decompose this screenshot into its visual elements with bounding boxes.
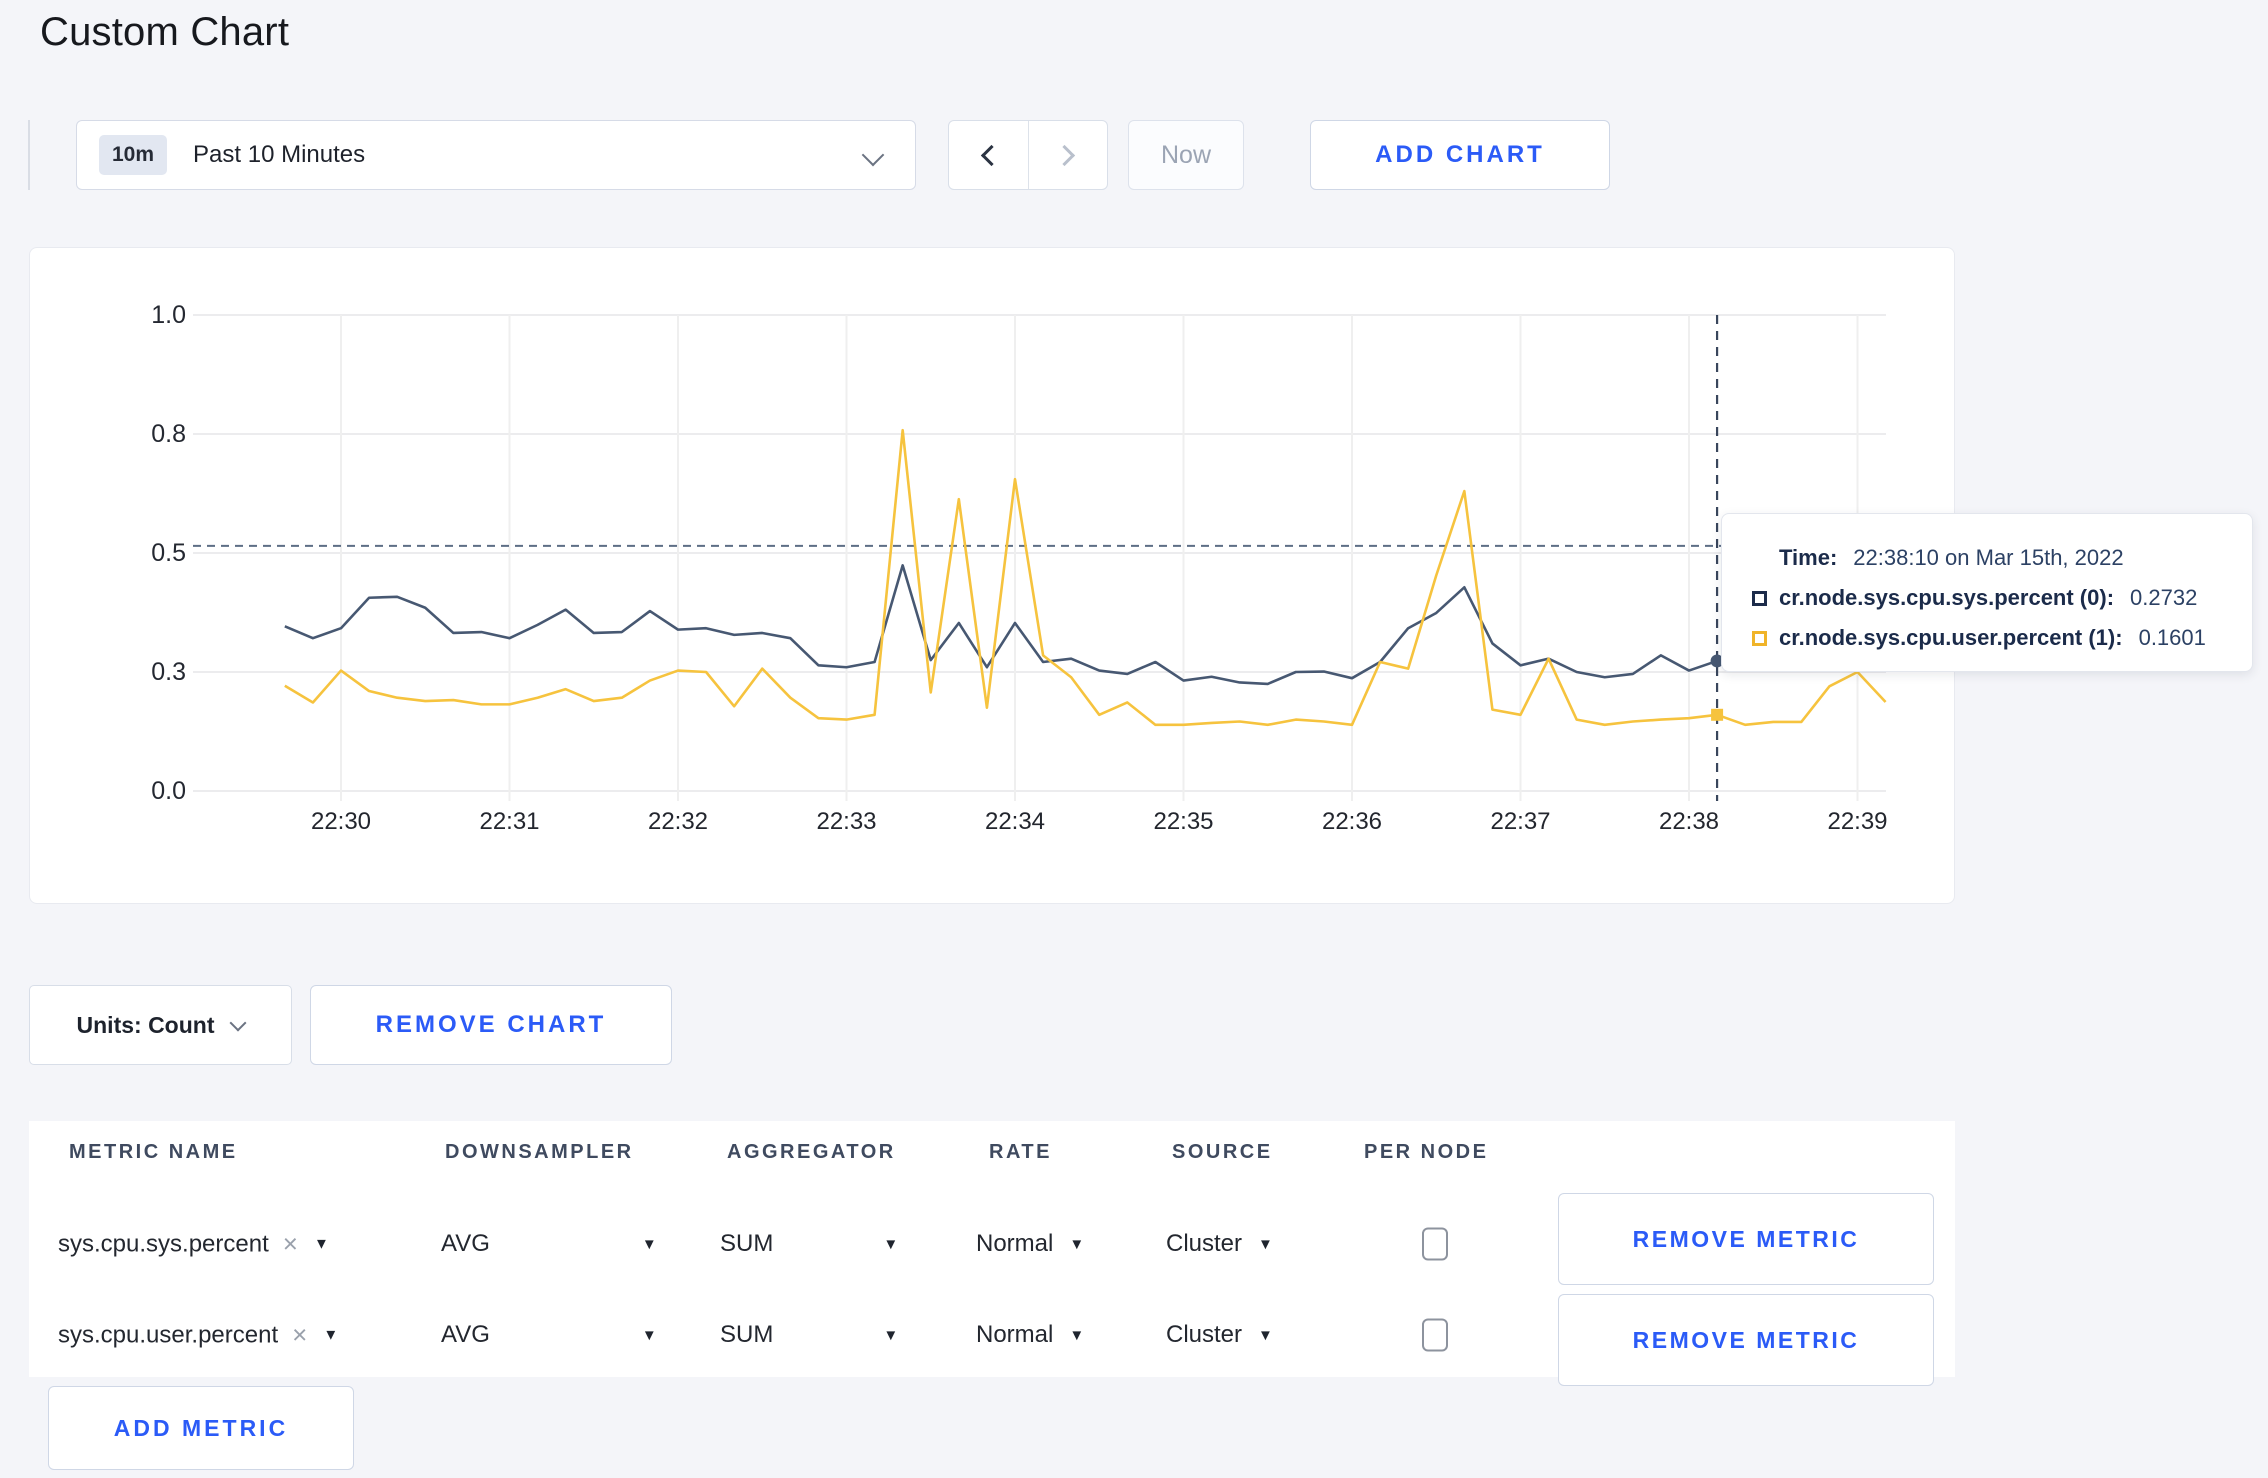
caret-down-icon: ▼ <box>313 1235 329 1253</box>
per-node-checkbox[interactable] <box>1422 1227 1448 1261</box>
svg-text:22:37: 22:37 <box>1490 808 1550 835</box>
remove-metric-button[interactable]: REMOVE METRIC <box>1558 1193 1934 1285</box>
custom-chart-page: Custom Chart 10m Past 10 Minutes Now ADD… <box>0 0 2268 1478</box>
time-window-badge: 10m <box>99 135 168 175</box>
metric-name-select[interactable]: sys.cpu.user.percent × ▼ <box>58 1320 338 1351</box>
caret-down-icon: ▼ <box>883 1326 899 1344</box>
column-header-metric-name: METRIC NAME <box>69 1141 238 1163</box>
tooltip-series-label: cr.node.sys.cpu.user.percent (1): <box>1779 625 2123 650</box>
caret-down-icon: ▼ <box>641 1235 657 1253</box>
caret-down-icon: ▼ <box>323 1326 339 1344</box>
now-button[interactable]: Now <box>1128 120 1244 190</box>
svg-text:22:33: 22:33 <box>816 808 876 835</box>
per-node-checkbox[interactable] <box>1422 1318 1448 1352</box>
time-nav-group <box>948 120 1108 190</box>
column-header-aggregator: AGGREGATOR <box>727 1141 896 1163</box>
aggregator-select[interactable]: SUM ▼ <box>720 1321 898 1349</box>
svg-text:22:34: 22:34 <box>985 808 1045 835</box>
svg-text:22:36: 22:36 <box>1322 808 1382 835</box>
source-select[interactable]: Cluster ▼ <box>1166 1321 1273 1349</box>
aggregator-select[interactable]: SUM ▼ <box>720 1230 898 1258</box>
time-window-select[interactable]: 10m Past 10 Minutes <box>76 120 916 190</box>
svg-text:22:31: 22:31 <box>479 808 539 835</box>
column-header-source: SOURCE <box>1172 1141 1273 1163</box>
svg-text:0.8: 0.8 <box>151 420 186 448</box>
remove-metric-button[interactable]: REMOVE METRIC <box>1558 1294 1934 1386</box>
svg-text:22:35: 22:35 <box>1153 808 1213 835</box>
metric-name-select[interactable]: sys.cpu.sys.percent × ▼ <box>58 1229 329 1260</box>
svg-text:0.3: 0.3 <box>151 658 186 686</box>
tooltip-series-value: 0.1601 <box>2138 625 2206 650</box>
add-metric-button[interactable]: ADD METRIC <box>48 1386 354 1470</box>
series-swatch-icon <box>1752 590 1767 606</box>
caret-down-icon: ▼ <box>1069 1235 1085 1253</box>
downsampler-select[interactable]: AVG ▼ <box>441 1321 657 1349</box>
toolbar-divider <box>28 120 30 190</box>
page-title: Custom Chart <box>40 10 290 54</box>
rate-select[interactable]: Normal ▼ <box>976 1321 1084 1349</box>
downsampler-select[interactable]: AVG ▼ <box>441 1230 657 1258</box>
svg-text:1.0: 1.0 <box>151 301 186 329</box>
svg-text:22:30: 22:30 <box>311 808 371 835</box>
time-forward-button[interactable] <box>1027 121 1108 189</box>
tooltip-time-value: 22:38:10 on Mar 15th, 2022 <box>1853 545 2124 570</box>
metrics-table: METRIC NAME DOWNSAMPLER AGGREGATOR RATE … <box>29 1121 1955 1386</box>
svg-text:22:38: 22:38 <box>1659 808 1719 835</box>
column-header-per-node: PER NODE <box>1364 1141 1489 1163</box>
chevron-right-icon <box>1054 144 1076 166</box>
caret-down-icon: ▼ <box>883 1235 899 1253</box>
caret-down-icon: ▼ <box>1069 1326 1085 1344</box>
chart-card: 0.0 0.3 0.5 0.8 1.0 22:30 22:31 22:32 22:33 22:34… <box>29 247 1955 904</box>
column-header-rate: RATE <box>989 1141 1052 1163</box>
rate-select[interactable]: Normal ▼ <box>976 1230 1084 1258</box>
chevron-down-icon <box>229 1014 247 1032</box>
clear-metric-icon[interactable]: × <box>283 1229 298 1260</box>
caret-down-icon: ▼ <box>1258 1235 1273 1253</box>
tooltip-series-label: cr.node.sys.cpu.sys.percent (0): <box>1779 585 2115 610</box>
tooltip-time-label: Time: <box>1779 545 1838 570</box>
svg-text:22:32: 22:32 <box>648 808 708 835</box>
svg-text:0.0: 0.0 <box>151 777 186 805</box>
series-swatch-icon <box>1752 630 1767 646</box>
clear-metric-icon[interactable]: × <box>292 1320 307 1351</box>
add-chart-button[interactable]: ADD CHART <box>1310 120 1610 190</box>
tooltip-series-value: 0.2732 <box>2130 585 2198 610</box>
remove-chart-button[interactable]: REMOVE CHART <box>310 985 672 1065</box>
svg-text:0.5: 0.5 <box>151 539 186 567</box>
time-back-button[interactable] <box>949 121 1028 189</box>
chart-canvas[interactable]: 0.0 0.3 0.5 0.8 1.0 22:30 22:31 22:32 22:33 22:34… <box>30 248 1954 903</box>
chart-tooltip: Time: 22:38:10 on Mar 15th, 2022 cr.node… <box>1721 513 2253 672</box>
svg-text:22:39: 22:39 <box>1827 808 1887 835</box>
column-header-downsampler: DOWNSAMPLER <box>445 1141 634 1163</box>
caret-down-icon: ▼ <box>1258 1326 1273 1344</box>
units-select[interactable]: Units: Count <box>29 985 292 1065</box>
units-label: Units: Count <box>76 1011 215 1038</box>
time-window-label: Past 10 Minutes <box>193 141 366 168</box>
chevron-left-icon <box>980 144 1002 166</box>
source-select[interactable]: Cluster ▼ <box>1166 1230 1273 1258</box>
caret-down-icon: ▼ <box>641 1326 657 1344</box>
chevron-down-icon <box>861 143 885 167</box>
